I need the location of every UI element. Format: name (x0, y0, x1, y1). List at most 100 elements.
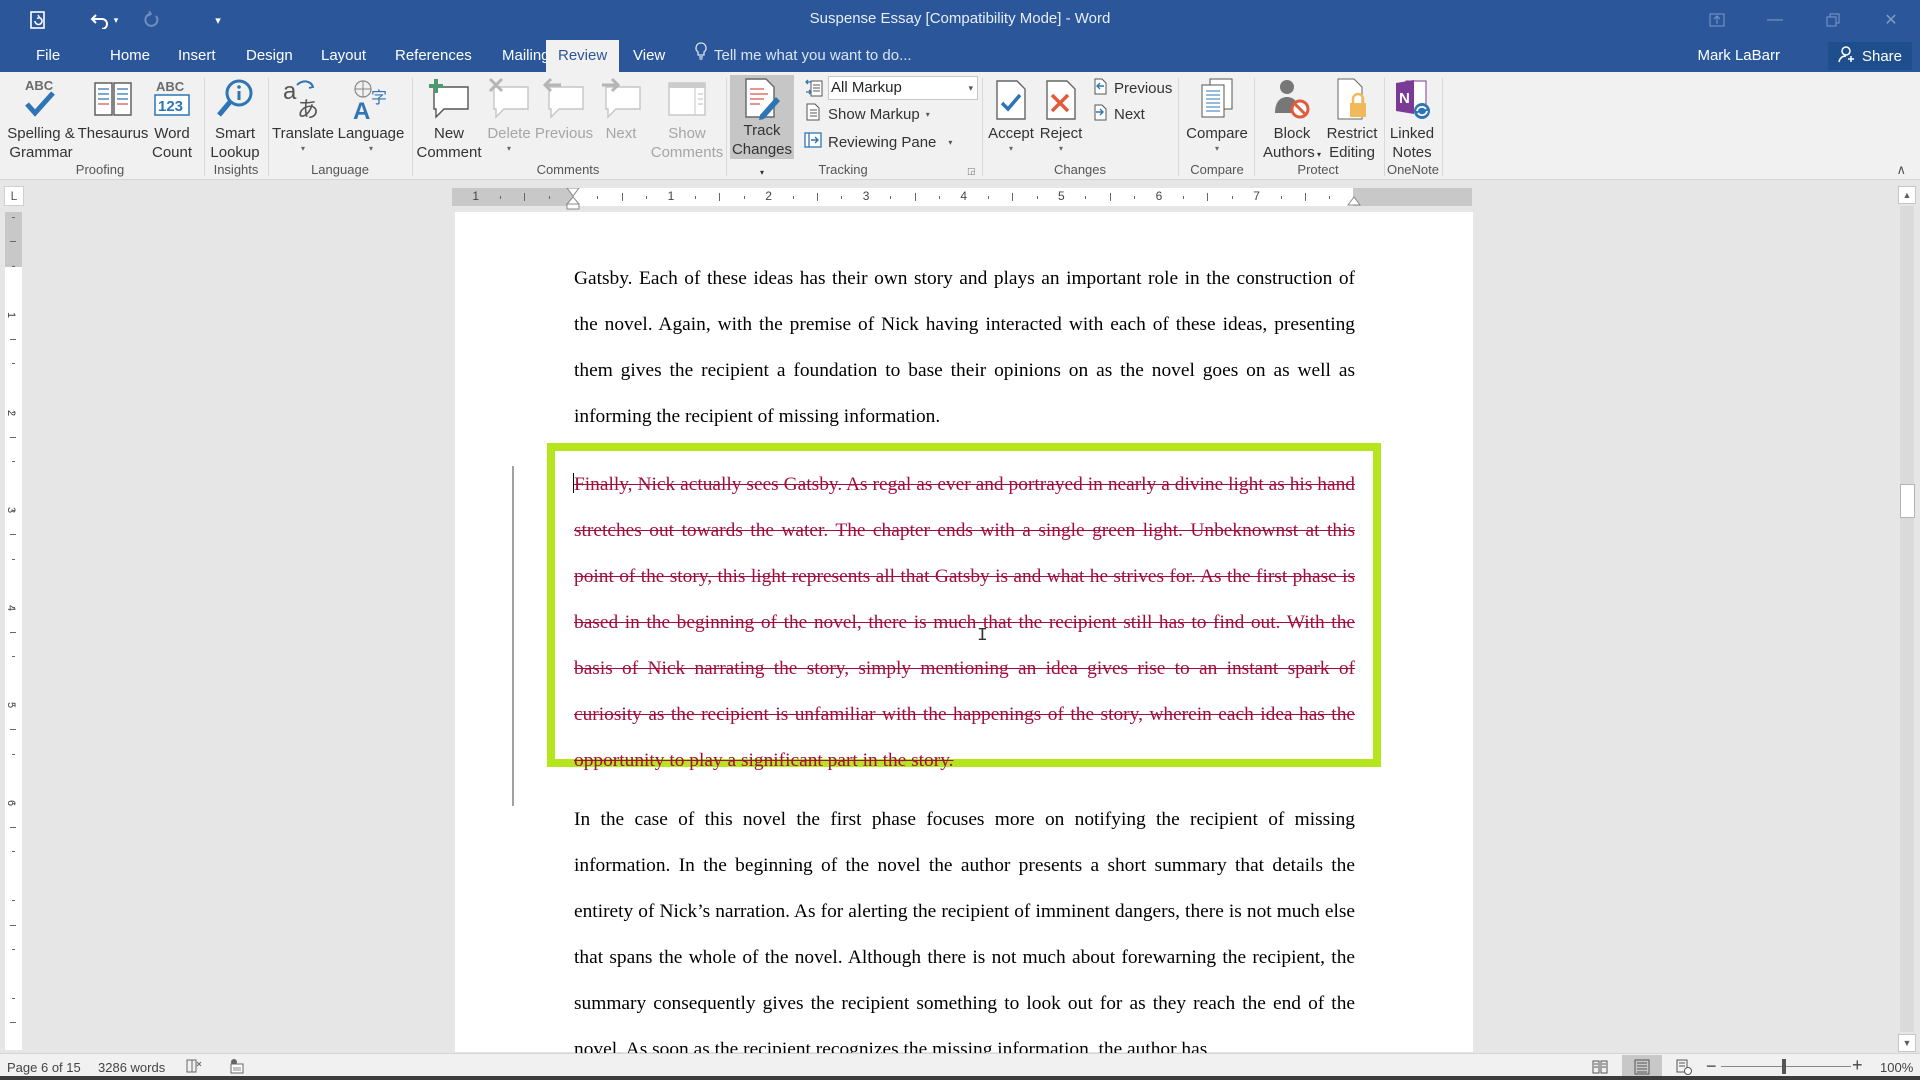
ruler-tick (1280, 196, 1282, 199)
ruler-tick (12, 217, 15, 218)
vertical-ruler[interactable]: 123456 (5, 212, 22, 1050)
group-label-language: Language (311, 162, 369, 177)
previous-change-button[interactable]: Previous (1092, 76, 1172, 100)
minimize-button[interactable]: — (1746, 0, 1804, 40)
close-button[interactable]: ✕ (1862, 0, 1920, 40)
group-label-compare: Compare (1190, 162, 1244, 177)
spelling-grammar-button[interactable]: ABC Spelling & Grammar (4, 74, 78, 162)
zoom-slider-thumb[interactable] (1782, 1059, 1786, 1074)
ruler-tick (743, 196, 745, 199)
tab-design[interactable]: Design (235, 40, 304, 72)
chevron-down-icon: ▾ (968, 83, 973, 93)
ruler-tick (12, 607, 15, 609)
ruler-tick (890, 196, 892, 199)
book-icon (90, 74, 136, 124)
ruler-tick (792, 196, 794, 199)
block-authors-icon (1269, 74, 1315, 124)
share-button[interactable]: Share (1827, 42, 1912, 70)
zoom-in-button[interactable]: + (1852, 1055, 1863, 1076)
accept-dropdown-icon: ▾ (1008, 144, 1013, 153)
ibeam-cursor-icon: I (977, 626, 988, 646)
smart-lookup-button[interactable]: Smart Lookup (210, 74, 260, 162)
ruler-tick (621, 193, 623, 201)
tab-view[interactable]: View (622, 40, 676, 72)
word-count-button[interactable]: ABC 123 Word Count (148, 74, 196, 162)
zoom-level[interactable]: 100% (1880, 1060, 1913, 1075)
show-comments-button: Show Comments (651, 74, 723, 162)
window-title: Suspense Essay [Compatibility Mode] - Wo… (809, 10, 1111, 27)
reject-icon (1038, 74, 1084, 124)
translate-button[interactable]: aあ Translate ▾ (272, 74, 334, 155)
ruler-number: 6 (1155, 189, 1163, 203)
magnifier-info-icon (212, 74, 258, 124)
svg-text:あ: あ (297, 98, 319, 121)
zoom-out-button[interactable]: − (1706, 1056, 1717, 1077)
ruler-tick (12, 461, 15, 462)
compare-button[interactable]: Compare ▾ (1182, 74, 1252, 155)
new-comment-button[interactable]: New Comment (414, 74, 484, 162)
zoom-slider[interactable] (1721, 1066, 1851, 1067)
ruler-tick (841, 196, 843, 199)
ruler-tick (1207, 193, 1209, 201)
reviewing-pane-icon (804, 131, 822, 153)
macro-recording-icon[interactable] (229, 1058, 245, 1077)
scroll-down-icon[interactable]: ▼ (1898, 1034, 1916, 1052)
first-line-indent-marker[interactable] (565, 188, 581, 210)
tab-references[interactable]: References (384, 40, 483, 72)
word-count-icon: ABC 123 (149, 74, 195, 124)
collapse-ribbon-icon[interactable]: ∧ (1896, 162, 1906, 178)
tab-selector[interactable]: L (4, 186, 24, 206)
ruler-tick (646, 196, 648, 199)
paragraph[interactable]: In the case of this novel the first phas… (574, 797, 1355, 1073)
tracking-options-launcher[interactable]: ◲ (967, 166, 976, 177)
svg-text:a: a (283, 78, 297, 105)
ruler-tick (1109, 193, 1111, 201)
show-markup-button[interactable]: Show Markup ▾ (804, 102, 930, 126)
vertical-scrollbar[interactable]: ▲ ▼ (1898, 186, 1916, 1052)
document-page[interactable]: Gatsby. Each of these ideas has their ow… (455, 212, 1473, 1060)
next-comment-icon (598, 74, 644, 124)
right-indent-marker[interactable] (1347, 192, 1361, 206)
restore-button[interactable] (1804, 0, 1862, 40)
ruler-tick (1085, 196, 1087, 199)
ruler-tick (12, 265, 15, 267)
scroll-thumb[interactable] (1900, 484, 1915, 518)
track-changes-button[interactable]: Track Changes ▾ (730, 75, 794, 177)
thesaurus-button[interactable]: Thesaurus (78, 74, 148, 143)
scroll-up-icon[interactable]: ▲ (1898, 186, 1916, 204)
scroll-track[interactable] (1900, 206, 1914, 1032)
tab-file[interactable]: File (25, 40, 71, 72)
tell-me-search[interactable]: Tell me what you want to do... (694, 40, 912, 72)
ruler-tick (548, 196, 550, 199)
proofing-status-icon[interactable] (186, 1058, 202, 1077)
ribbon-display-options-button[interactable] (1688, 0, 1746, 40)
reviewing-pane-button[interactable]: Reviewing Pane ▾ (804, 130, 952, 154)
ruler-number: 1 (667, 189, 675, 203)
svg-text:字: 字 (371, 88, 387, 107)
reject-button[interactable]: Reject ▾ (1036, 74, 1086, 155)
language-button[interactable]: A字 Language ▾ (336, 74, 406, 155)
group-label-onenote: OneNote (1386, 162, 1440, 177)
restrict-editing-icon (1329, 74, 1375, 124)
paragraph[interactable]: Gatsby. Each of these ideas has their ow… (574, 256, 1355, 440)
group-label-insights: Insights (213, 162, 259, 177)
tab-review[interactable]: Review (546, 40, 620, 72)
next-change-button[interactable]: Next (1092, 102, 1145, 126)
page-count[interactable]: Page 6 of 15 (7, 1060, 81, 1075)
horizontal-ruler[interactable]: 1 1 2 3 4 5 6 7 (452, 188, 1472, 210)
tab-insert[interactable]: Insert (167, 40, 227, 72)
display-for-review-dropdown[interactable]: All Markup ▾ (828, 76, 978, 100)
restrict-editing-button[interactable]: Restrict Editing (1324, 74, 1380, 162)
linked-notes-button[interactable]: N Linked Notes (1386, 74, 1438, 162)
word-count[interactable]: 3286 words (98, 1060, 165, 1075)
accept-button[interactable]: Accept ▾ (984, 74, 1038, 155)
delete-comment-button: Delete ▾ (484, 74, 534, 155)
deleted-paragraph[interactable]: Finally, Nick actually sees Gatsby. As r… (574, 462, 1355, 784)
user-name[interactable]: Mark LaBarr (1697, 40, 1780, 72)
ruler-tick (12, 705, 15, 706)
tab-home[interactable]: Home (99, 40, 161, 72)
ruler-tick (10, 339, 16, 340)
block-authors-button[interactable]: Block Authors ▾ (1262, 74, 1322, 164)
tab-layout[interactable]: Layout (310, 40, 377, 72)
svg-text:ABC: ABC (156, 79, 185, 94)
